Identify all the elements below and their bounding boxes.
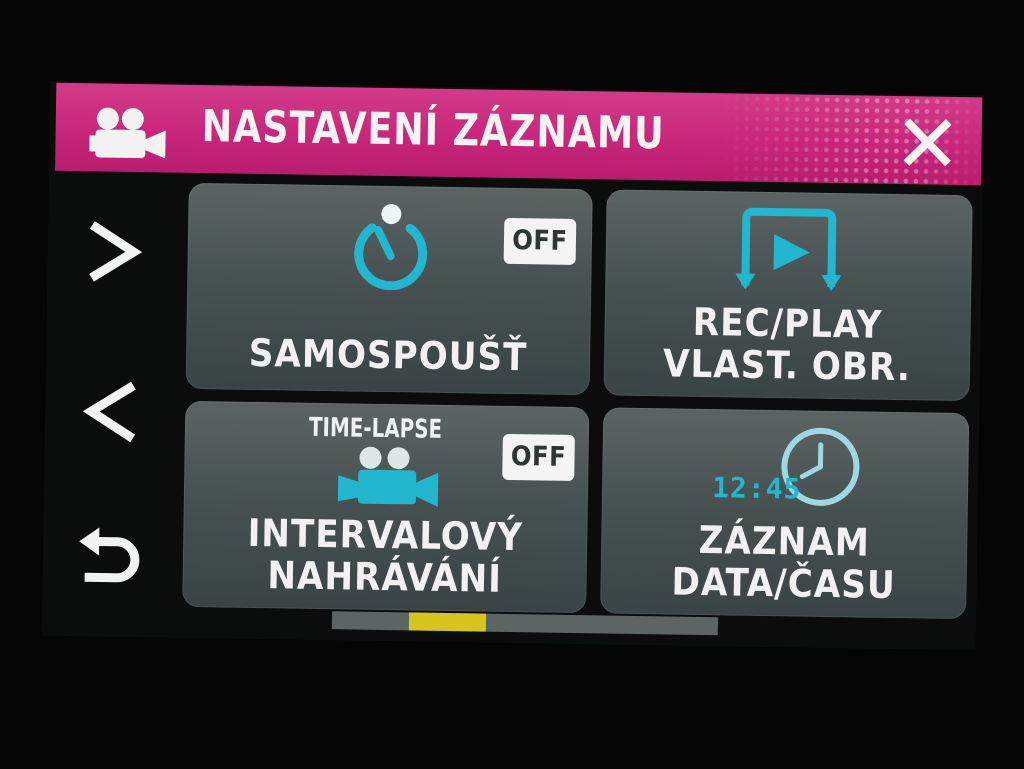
page-indicator-bar: [331, 611, 719, 636]
rec-play-label-line-1: REC/PLAY: [692, 299, 883, 347]
next-page-button[interactable]: [77, 211, 148, 292]
self-timer-off-badge: OFF: [503, 217, 577, 265]
page-indicator-thumb: [409, 612, 487, 632]
rec-play-label-line-2: VLAST. OBR.: [662, 341, 912, 390]
time-lapse-label-line-1: INTERVALOVÝ: [247, 510, 524, 560]
menu-title: NASTAVENÍ ZÁZNAMU: [201, 101, 665, 160]
return-icon: [79, 527, 140, 583]
return-button[interactable]: [72, 519, 143, 600]
rec-play-tile[interactable]: REC/PLAY VLAST. OBR.: [603, 189, 973, 402]
time-lapse-label-line-2: NAHRÁVÁNÍ: [267, 553, 503, 601]
camera-menu-screen: NASTAVENÍ ZÁZNAMU OFF SAMOSPOUŠŤ REC/PLA…: [41, 80, 985, 651]
video-camera-icon: [89, 107, 166, 159]
menu-header: NASTAVENÍ ZÁZNAMU: [55, 82, 983, 186]
chevron-right-icon: [89, 221, 143, 282]
date-time-record-tile[interactable]: 12:45 ZÁZNAM DATA/ČASU: [600, 407, 970, 620]
close-icon[interactable]: [901, 116, 954, 169]
time-lapse-caption: TIME-LAPSE: [308, 412, 443, 445]
date-time-label-line-1: ZÁZNAM: [698, 517, 871, 565]
clock-digital-readout: 12:45: [711, 471, 802, 506]
time-lapse-off-badge: OFF: [502, 433, 575, 481]
rec-play-loop-icon: [735, 207, 842, 291]
time-lapse-tile[interactable]: TIME-LAPSE OFF INTERVALOVÝ NAHRÁVÁNÍ: [182, 400, 590, 614]
time-lapse-camera-icon: [337, 446, 439, 507]
self-timer-icon: [354, 204, 428, 291]
previous-page-button[interactable]: [75, 371, 146, 452]
date-time-label-line-2: DATA/ČASU: [671, 559, 897, 608]
self-timer-label: SAMOSPOUŠŤ: [248, 330, 528, 380]
self-timer-tile[interactable]: OFF SAMOSPOUŠŤ: [185, 182, 593, 396]
chevron-left-icon: [82, 381, 136, 443]
